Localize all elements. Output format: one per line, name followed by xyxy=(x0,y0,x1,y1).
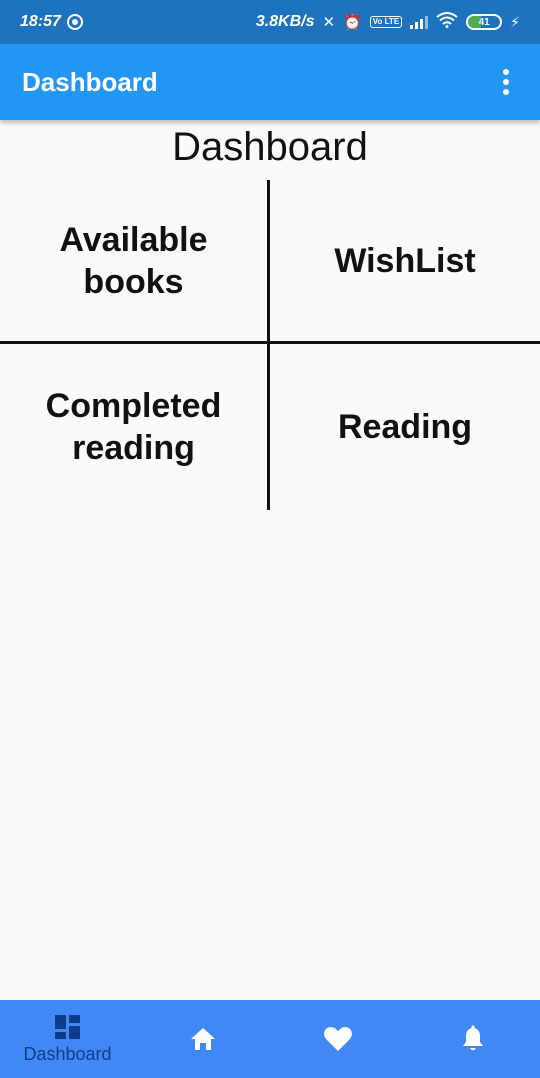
more-vert-icon[interactable] xyxy=(494,62,518,102)
app-bar-title: Dashboard xyxy=(22,66,158,97)
app-bar: Dashboard xyxy=(0,44,540,120)
nav-item-dashboard[interactable]: Dashboard xyxy=(0,1000,135,1078)
page-heading: Dashboard xyxy=(172,125,368,169)
heart-icon xyxy=(323,1025,353,1053)
tile-label: Completed xyxy=(45,387,222,425)
volte-icon: Vo LTE xyxy=(369,16,403,28)
status-time: 18:57 xyxy=(20,13,61,30)
dashboard-icon xyxy=(54,1014,82,1040)
dashboard-grid: Available books WishList Completed readi… xyxy=(0,180,540,510)
network-speed: 3.8KB/s xyxy=(255,13,315,30)
tile-wishlist[interactable]: WishList xyxy=(270,180,540,341)
status-bar: 18:57 3.8KB/s ✕ ⏰ Vo LTE 41 ⚡ xyxy=(0,0,540,44)
sync-icon xyxy=(66,14,83,30)
nav-item-notifications[interactable] xyxy=(405,1000,540,1078)
tile-label: reading xyxy=(72,429,195,467)
home-icon xyxy=(189,1026,217,1052)
tile-available-books[interactable]: Available books xyxy=(0,180,267,341)
nav-label-dashboard: Dashboard xyxy=(23,1043,112,1064)
status-right: 3.8KB/s ✕ ⏰ Vo LTE 41 ⚡ xyxy=(255,11,520,33)
bottom-nav: Dashboard xyxy=(0,1000,540,1078)
bell-icon xyxy=(460,1025,486,1053)
battery-level: 41 xyxy=(478,16,490,28)
charging-icon: ⚡ xyxy=(510,13,520,30)
wifi-icon xyxy=(436,11,458,33)
alarm-icon: ⏰ xyxy=(343,13,362,31)
tile-reading[interactable]: Reading xyxy=(270,344,540,510)
tile-label: WishList xyxy=(334,241,476,280)
tile-label: Available xyxy=(59,220,208,259)
signal-icon xyxy=(410,15,429,29)
battery-icon: 41 xyxy=(466,14,503,30)
tile-label: Reading xyxy=(337,408,473,446)
status-left: 18:57 xyxy=(20,13,83,31)
tile-completed-reading[interactable]: Completed reading xyxy=(0,344,267,510)
nav-item-home[interactable] xyxy=(135,1000,270,1078)
tile-label: books xyxy=(83,262,184,301)
silent-icon: ✕ xyxy=(322,13,336,31)
nav-item-favorites[interactable] xyxy=(270,1000,405,1078)
